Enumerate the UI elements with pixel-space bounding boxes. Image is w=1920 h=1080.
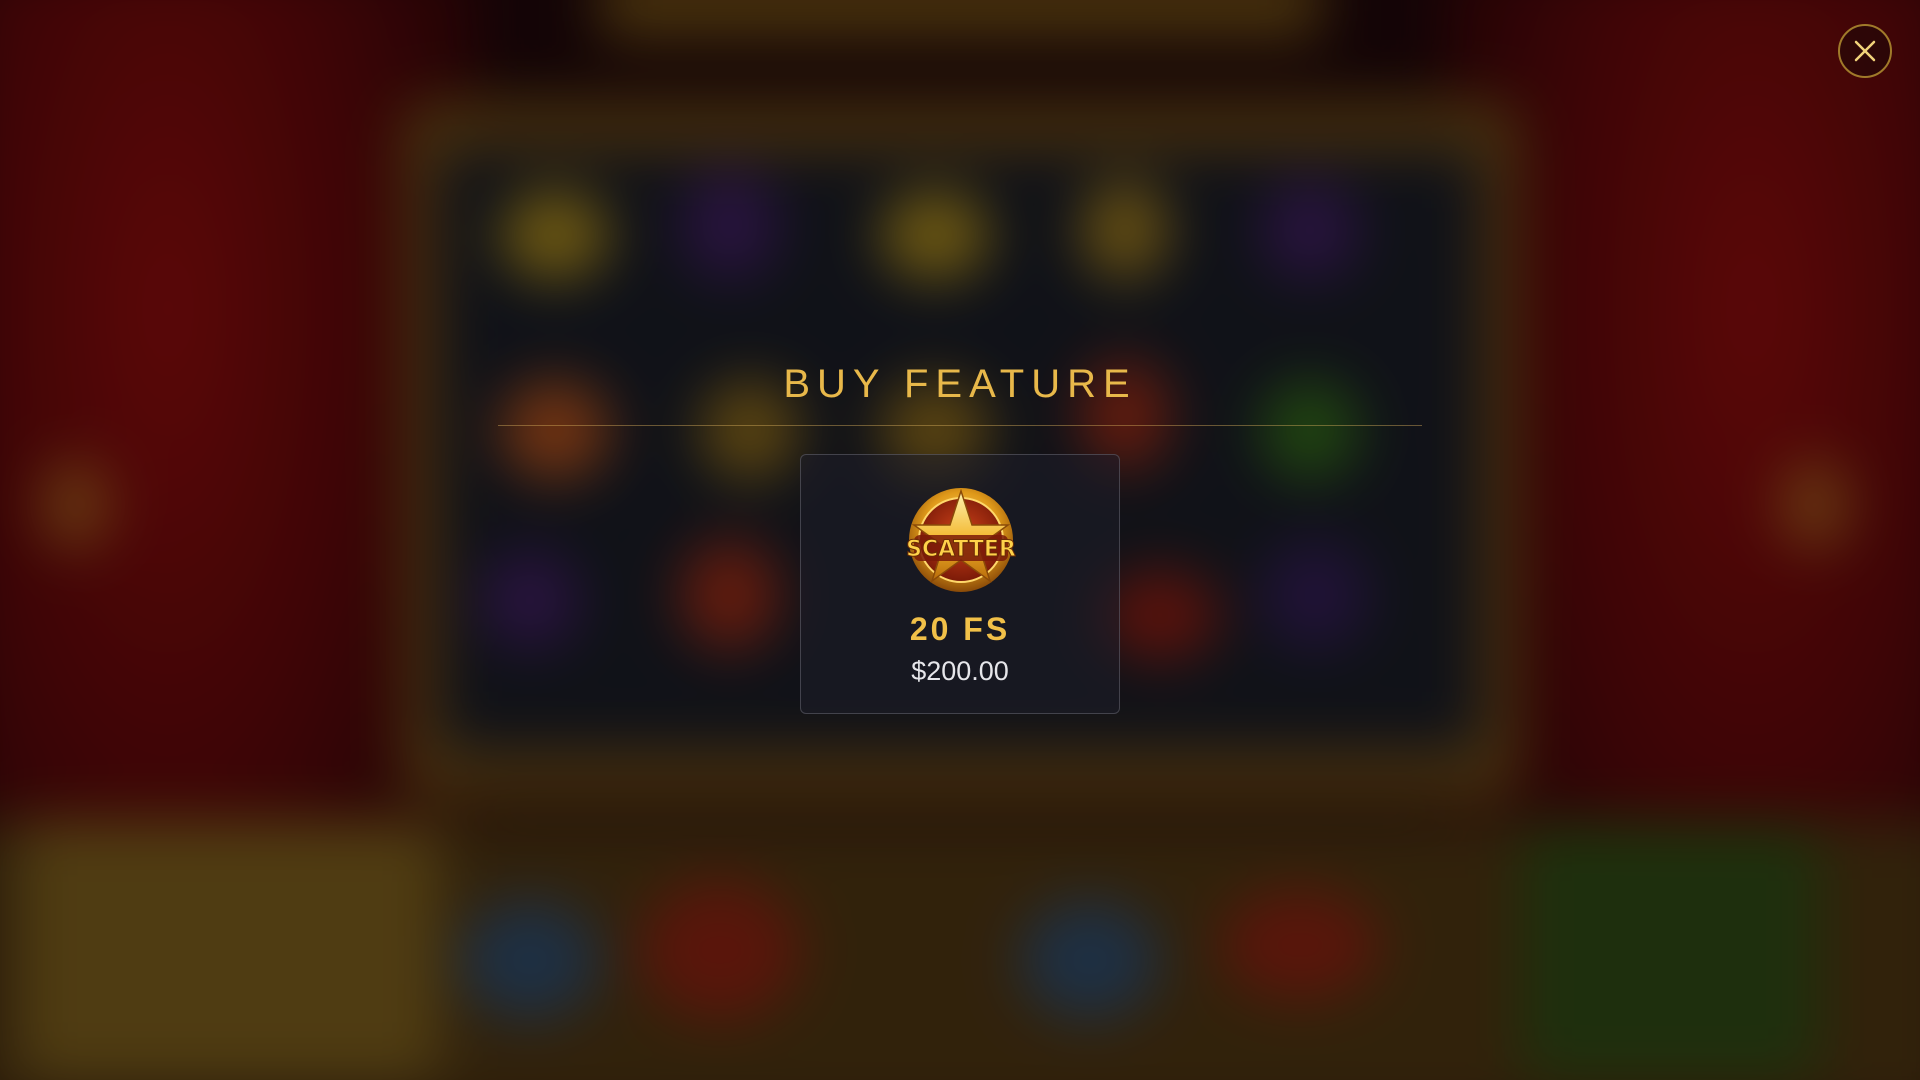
buy-feature-screen: BUY FEATURE SCATTER 20 FS $200.00	[0, 0, 1920, 1080]
feature-option-free-spins[interactable]: SCATTER 20 FS $200.00	[800, 454, 1120, 714]
feature-label: 20 FS	[909, 611, 1011, 647]
feature-price: $200.00	[911, 656, 1009, 686]
close-button[interactable]	[1838, 24, 1892, 78]
title-divider	[498, 425, 1422, 426]
page-title: BUY FEATURE	[783, 362, 1137, 406]
scatter-icon: SCATTER	[906, 488, 1016, 592]
scatter-icon-text: SCATTER	[906, 537, 1016, 562]
close-icon	[1854, 40, 1876, 62]
